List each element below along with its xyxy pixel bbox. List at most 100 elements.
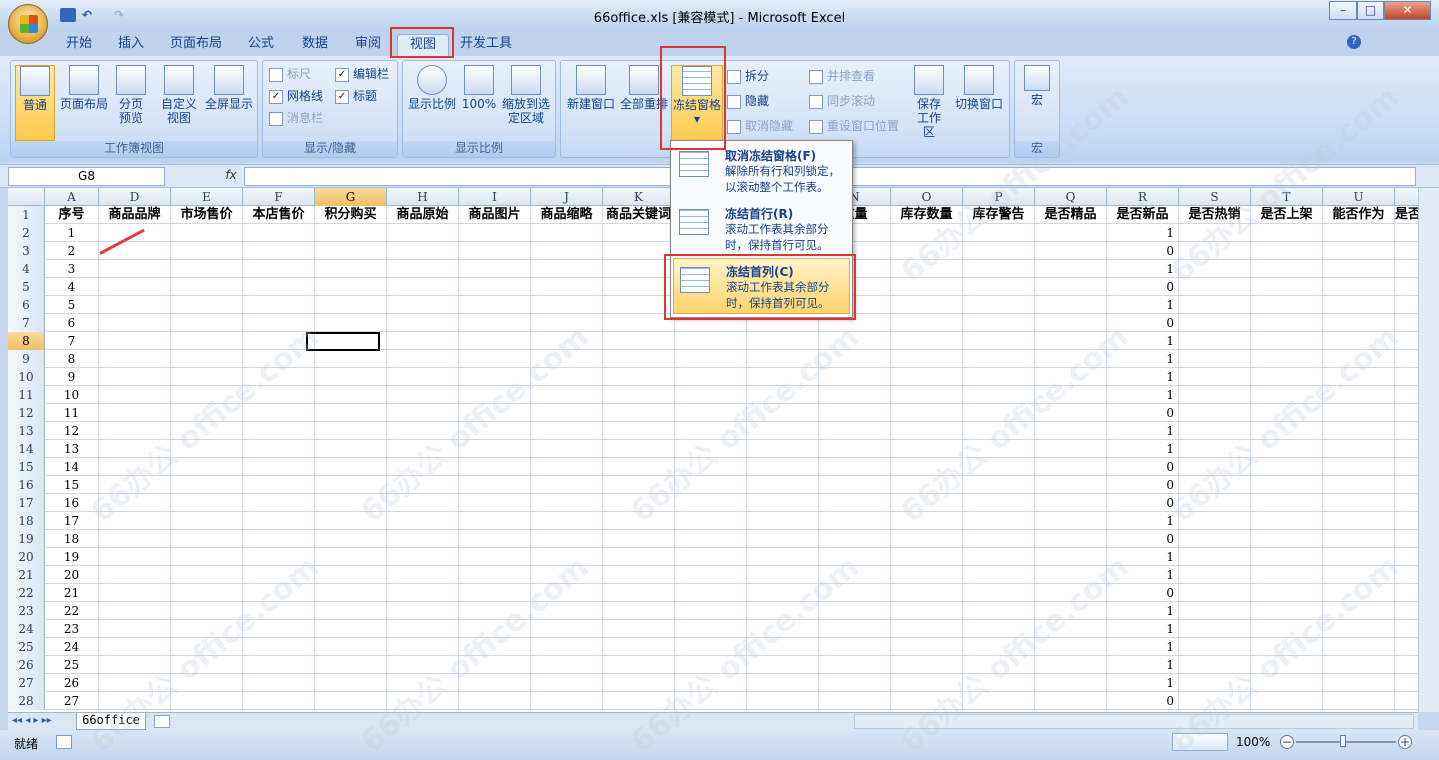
cell-K19[interactable] <box>603 530 675 548</box>
view-switch-icons[interactable] <box>1172 733 1228 751</box>
column-header-Q[interactable]: Q <box>1035 188 1107 206</box>
cell-G19[interactable] <box>315 530 387 548</box>
cell-P18[interactable] <box>963 512 1035 530</box>
cell-Q28[interactable] <box>1035 692 1107 710</box>
cell-H15[interactable] <box>387 458 459 476</box>
cell-P2[interactable] <box>963 224 1035 242</box>
cell-S22[interactable] <box>1179 584 1251 602</box>
gridlines-checkbox[interactable]: 网格线 <box>269 87 323 105</box>
cell-O1[interactable]: 库存数量 <box>891 206 963 224</box>
cell-L17[interactable] <box>675 494 747 512</box>
cell-R19[interactable]: 0 <box>1107 530 1179 548</box>
cell-T13[interactable] <box>1251 422 1323 440</box>
cell-N14[interactable] <box>819 440 891 458</box>
fullscreen-button[interactable]: 全屏显示 <box>203 65 255 111</box>
cell-J18[interactable] <box>531 512 603 530</box>
cell-R9[interactable]: 1 <box>1107 350 1179 368</box>
cell-G9[interactable] <box>315 350 387 368</box>
cell-G14[interactable] <box>315 440 387 458</box>
cell-I17[interactable] <box>459 494 531 512</box>
cell-I12[interactable] <box>459 404 531 422</box>
cell-M9[interactable] <box>747 350 819 368</box>
cell-L10[interactable] <box>675 368 747 386</box>
cell-P19[interactable] <box>963 530 1035 548</box>
cell-H8[interactable] <box>387 332 459 350</box>
cell-P10[interactable] <box>963 368 1035 386</box>
cell-P20[interactable] <box>963 548 1035 566</box>
cell-E13[interactable] <box>171 422 243 440</box>
cell-A14[interactable]: 13 <box>45 440 99 458</box>
cell-I22[interactable] <box>459 584 531 602</box>
cell-M27[interactable] <box>747 674 819 692</box>
cell-L23[interactable] <box>675 602 747 620</box>
column-header-E[interactable]: E <box>171 188 243 206</box>
cell-S25[interactable] <box>1179 638 1251 656</box>
cell-U7[interactable] <box>1323 314 1395 332</box>
row-header[interactable]: 16 <box>8 476 45 494</box>
cell-E28[interactable] <box>171 692 243 710</box>
menu-freeze-top-row[interactable]: 冻结首行(R) 滚动工作表其余部分时，保持首行可见。 <box>673 201 850 257</box>
cell-P17[interactable] <box>963 494 1035 512</box>
cell-K14[interactable] <box>603 440 675 458</box>
column-header-J[interactable]: J <box>531 188 603 206</box>
row-header[interactable]: 4 <box>8 260 45 278</box>
cell-N21[interactable] <box>819 566 891 584</box>
cell-D8[interactable] <box>99 332 171 350</box>
cell-O16[interactable] <box>891 476 963 494</box>
cell-P4[interactable] <box>963 260 1035 278</box>
headings-checkbox[interactable]: 标题 <box>335 87 377 105</box>
cell-O7[interactable] <box>891 314 963 332</box>
cell-T24[interactable] <box>1251 620 1323 638</box>
cell-J19[interactable] <box>531 530 603 548</box>
cell-F14[interactable] <box>243 440 315 458</box>
column-header-U[interactable]: U <box>1323 188 1395 206</box>
row-header[interactable]: 21 <box>8 566 45 584</box>
cell-T21[interactable] <box>1251 566 1323 584</box>
cell-U17[interactable] <box>1323 494 1395 512</box>
cell-P1[interactable]: 库存警告 <box>963 206 1035 224</box>
cell-S16[interactable] <box>1179 476 1251 494</box>
cell-T14[interactable] <box>1251 440 1323 458</box>
cell-R14[interactable]: 1 <box>1107 440 1179 458</box>
cell-H3[interactable] <box>387 242 459 260</box>
cell-K10[interactable] <box>603 368 675 386</box>
cell-G23[interactable] <box>315 602 387 620</box>
zoom-in-icon[interactable]: + <box>1398 735 1412 749</box>
row-header[interactable]: 26 <box>8 656 45 674</box>
cell-J23[interactable] <box>531 602 603 620</box>
cell-R17[interactable]: 0 <box>1107 494 1179 512</box>
cell-A19[interactable]: 18 <box>45 530 99 548</box>
cell-N27[interactable] <box>819 674 891 692</box>
row-header[interactable]: 14 <box>8 440 45 458</box>
row-header[interactable]: 9 <box>8 350 45 368</box>
cell-U15[interactable] <box>1323 458 1395 476</box>
cell-A21[interactable]: 20 <box>45 566 99 584</box>
row-header[interactable]: 20 <box>8 548 45 566</box>
cell-S6[interactable] <box>1179 296 1251 314</box>
cell-T1[interactable]: 是否上架 <box>1251 206 1323 224</box>
cell-F15[interactable] <box>243 458 315 476</box>
cell-U26[interactable] <box>1323 656 1395 674</box>
cell-I26[interactable] <box>459 656 531 674</box>
row-header[interactable]: 10 <box>8 368 45 386</box>
cell-F26[interactable] <box>243 656 315 674</box>
cell-A24[interactable]: 23 <box>45 620 99 638</box>
cell-J13[interactable] <box>531 422 603 440</box>
cell-O27[interactable] <box>891 674 963 692</box>
cell-J24[interactable] <box>531 620 603 638</box>
switch-windows-button[interactable]: 切换窗口 <box>953 65 1005 111</box>
cell-S24[interactable] <box>1179 620 1251 638</box>
cell-O20[interactable] <box>891 548 963 566</box>
cell-E6[interactable] <box>171 296 243 314</box>
row-header[interactable]: 18 <box>8 512 45 530</box>
cell-E18[interactable] <box>171 512 243 530</box>
cell-J20[interactable] <box>531 548 603 566</box>
cell-K17[interactable] <box>603 494 675 512</box>
cell-F18[interactable] <box>243 512 315 530</box>
column-header-O[interactable]: O <box>891 188 963 206</box>
cell-S12[interactable] <box>1179 404 1251 422</box>
cell-K15[interactable] <box>603 458 675 476</box>
side-by-side-button[interactable]: 并排查看 <box>809 67 875 85</box>
cell-N25[interactable] <box>819 638 891 656</box>
cell-M8[interactable] <box>747 332 819 350</box>
